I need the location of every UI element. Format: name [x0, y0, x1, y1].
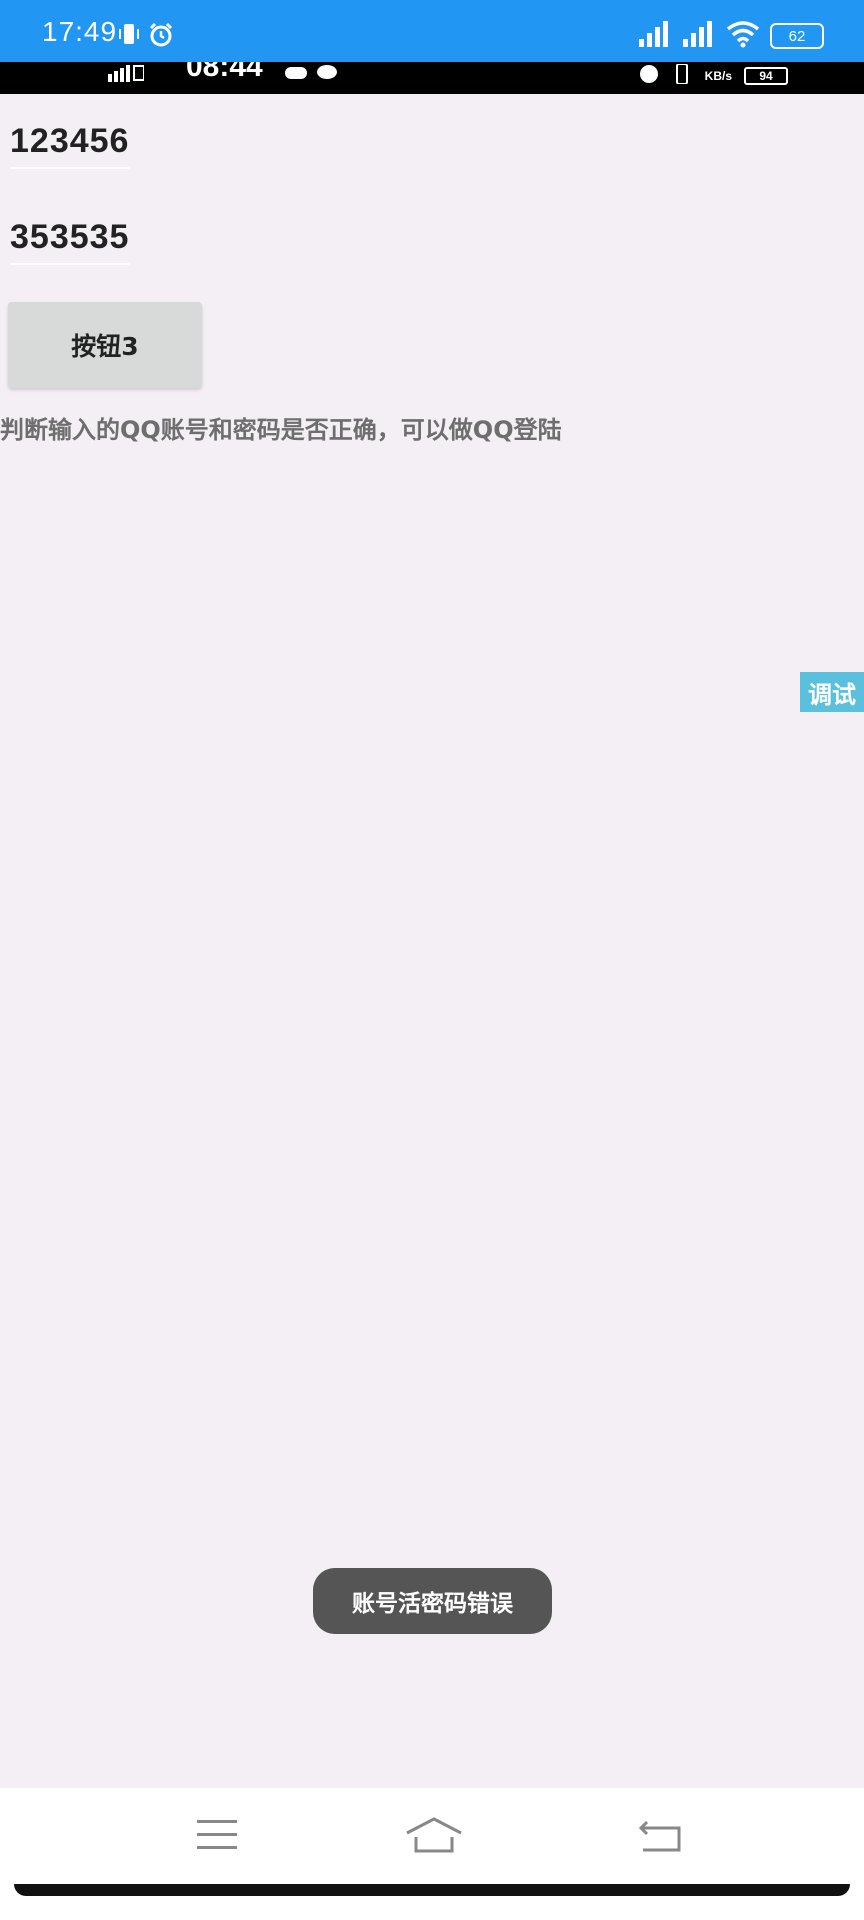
- inner-speed-unit: KB/s: [704, 69, 732, 83]
- inner-battery-icon: 94: [744, 67, 788, 85]
- device-frame-edge: [14, 1884, 850, 1896]
- inner-game-icon: [284, 64, 308, 84]
- description-text: 判断输入的QQ账号和密码是否正确，可以做QQ登陆: [0, 416, 562, 444]
- battery-icon: 62: [770, 23, 824, 49]
- inner-vibrate-icon: [671, 63, 693, 88]
- password-input[interactable]: 353535: [10, 218, 130, 265]
- home-button[interactable]: [404, 1812, 464, 1862]
- phone-vibrate-icon: [118, 22, 140, 52]
- signal-icon-1: [638, 21, 672, 51]
- inner-status-time: 08:44: [186, 62, 263, 83]
- home-icon: [404, 1815, 464, 1859]
- debug-tab[interactable]: 调试: [800, 672, 864, 712]
- menu-button[interactable]: [187, 1812, 247, 1862]
- navigation-bar: [0, 1788, 864, 1888]
- alarm-icon: [148, 22, 174, 52]
- inner-chat-icon: [316, 64, 338, 84]
- menu-icon: [195, 1816, 239, 1858]
- status-bar: 17:49 62: [0, 0, 864, 62]
- status-time: 17:49: [42, 16, 118, 47]
- toast-message: 账号活密码错误: [313, 1568, 552, 1634]
- button-3[interactable]: 按钮3: [8, 302, 202, 388]
- back-icon: [637, 1816, 683, 1858]
- wifi-icon: [726, 20, 760, 52]
- inner-signal-icon: [108, 64, 145, 86]
- signal-icon-2: [682, 21, 716, 51]
- inner-status-bar: 08:44 KB/s 94: [0, 62, 864, 94]
- back-button[interactable]: [630, 1812, 690, 1862]
- account-input[interactable]: 123456: [10, 122, 130, 169]
- app-screen: 17:49 62 08:44 KB/s 94 123456 353535 按钮3…: [0, 0, 864, 1920]
- inner-clock-icon: [639, 64, 659, 88]
